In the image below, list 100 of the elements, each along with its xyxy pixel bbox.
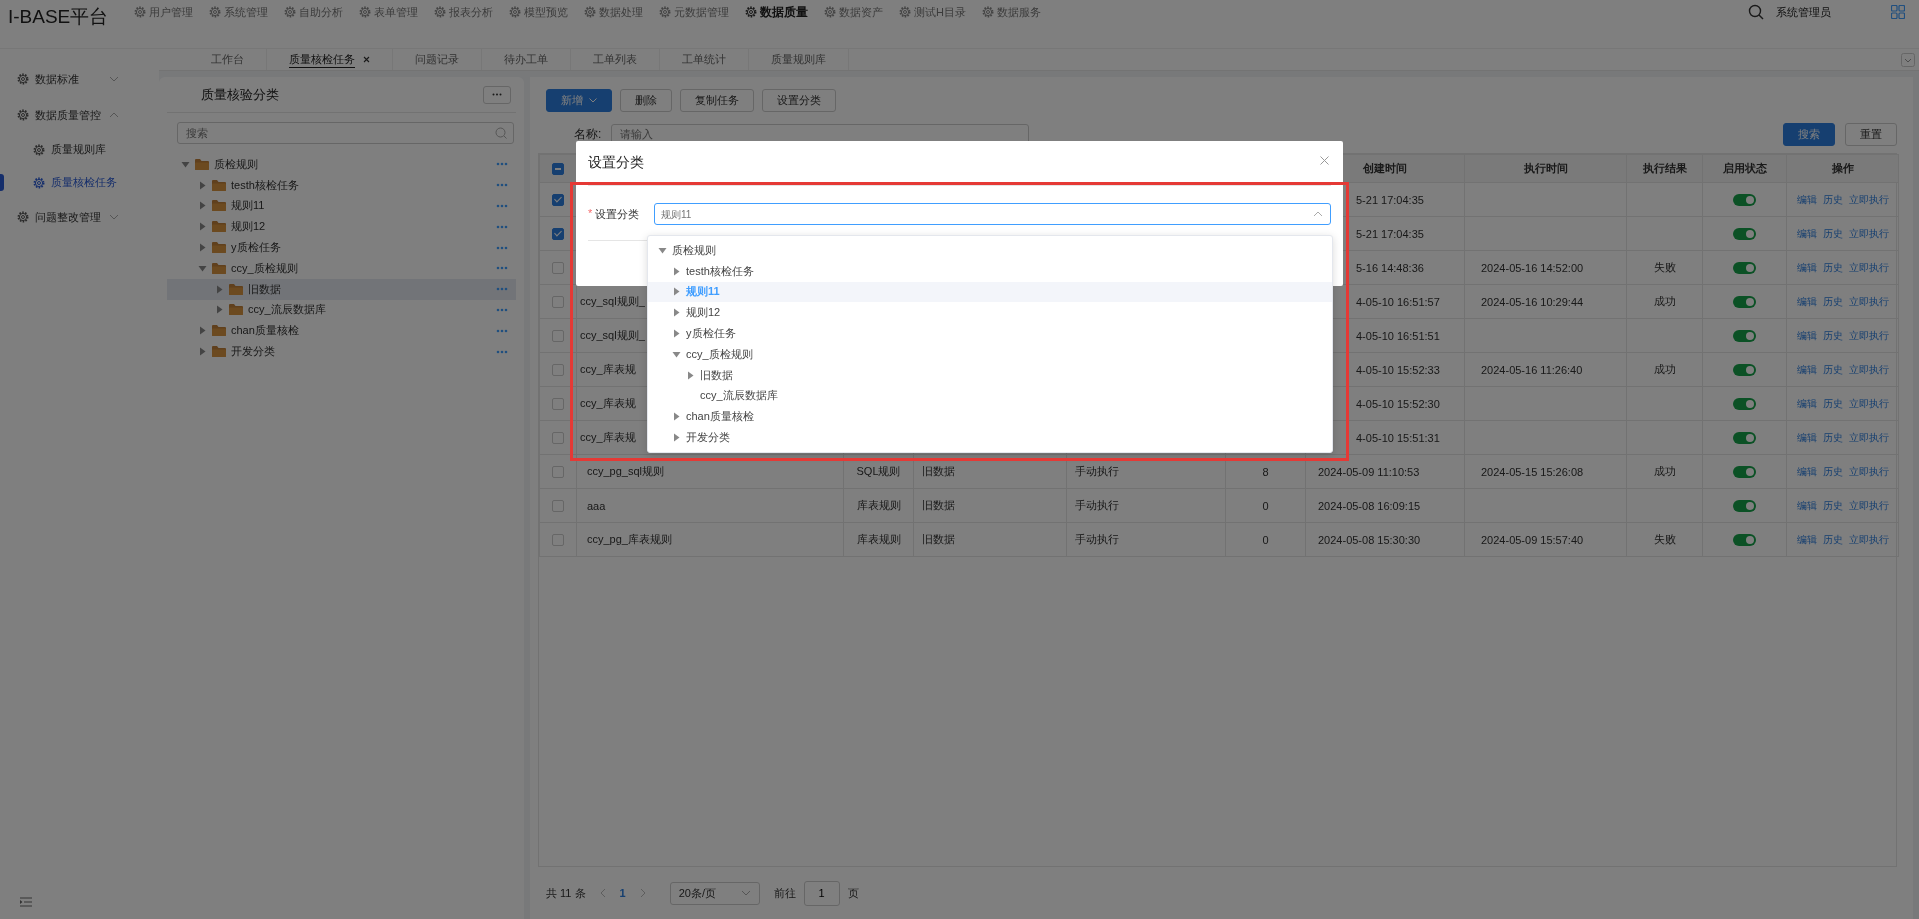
menu-item[interactable]: 表单管理 [359,3,418,21]
tab[interactable]: 工单列表 [571,49,660,70]
tree-item[interactable]: 规则11 [167,195,516,217]
action-link[interactable]: 编辑 [1796,431,1817,443]
toggle-switch[interactable] [1733,534,1756,547]
more-button[interactable] [483,85,511,104]
action-link[interactable]: 历史 [1822,329,1843,341]
tree-item[interactable]: 规则12 [167,216,516,238]
menu-item[interactable]: 报表分析 [434,3,493,21]
action-link[interactable]: 编辑 [1796,261,1817,273]
page-input[interactable]: 1 [803,880,840,906]
sidebar-item[interactable]: 质量核检任务 [0,166,159,199]
toggle-switch[interactable] [1733,364,1756,377]
tree-item[interactable]: y质检任务 [648,323,1332,344]
action-link[interactable]: 历史 [1822,499,1843,511]
toolbar-button[interactable]: 新增 [546,89,612,112]
toolbar-button[interactable]: 设置分类 [762,89,836,112]
action-link[interactable]: 编辑 [1796,465,1817,477]
menu-item[interactable]: 用户管理 [134,3,193,21]
tab[interactable]: 问题记录 [393,49,482,70]
action-link[interactable]: 历史 [1822,227,1843,239]
menu-item[interactable]: 数据质量 [745,3,808,21]
menu-item[interactable]: 数据服务 [981,3,1041,21]
tree-item[interactable]: 旧数据 [648,364,1332,386]
search-field[interactable]: 搜索 [177,122,514,144]
checkbox[interactable] [552,534,564,547]
tab[interactable]: 工作台 [189,49,267,70]
page-number[interactable]: 1 [619,887,626,899]
tab[interactable]: 工单统计 [660,49,749,70]
toggle-switch[interactable] [1733,466,1756,479]
reset-button[interactable]: 重置 [1845,122,1897,146]
action-link[interactable]: 立即执行 [1848,397,1889,409]
action-link[interactable]: 编辑 [1796,227,1817,239]
action-link[interactable]: 编辑 [1796,499,1817,511]
action-link[interactable]: 立即执行 [1848,431,1889,443]
action-link[interactable]: 立即执行 [1848,329,1889,341]
toggle-switch[interactable] [1733,262,1756,275]
tree-item[interactable]: ccy_流辰数据库 [648,385,1332,407]
action-link[interactable]: 立即执行 [1848,227,1889,239]
user-name[interactable]: 系统管理员 [1776,4,1831,20]
action-link[interactable]: 编辑 [1796,397,1817,409]
sidebar-item[interactable]: 问题整改管理 [0,199,159,235]
action-link[interactable]: 历史 [1822,261,1843,273]
checkbox[interactable] [552,296,564,309]
menu-item[interactable]: 元数据管理 [659,3,729,21]
tree-item[interactable]: 旧数据 [167,278,516,300]
checkbox[interactable] [552,330,564,343]
tree-item[interactable]: ccy_质检规则 [167,258,516,279]
name-input[interactable]: 请输入 [611,124,1030,144]
tree-item[interactable]: 质检规则 [648,240,1332,261]
sidebar-item[interactable]: 数据标准 [0,61,159,97]
page-size-select[interactable]: 20条/页 [669,881,760,905]
tab[interactable]: 待办工单 [482,49,571,70]
menu-item[interactable]: 模型预览 [509,3,568,21]
action-link[interactable]: 立即执行 [1848,533,1889,545]
action-link[interactable]: 编辑 [1796,193,1817,205]
checkbox[interactable] [552,500,564,513]
category-select[interactable]: 规则11 [654,203,1331,225]
checkbox[interactable] [552,466,564,479]
checkbox[interactable] [552,398,564,411]
tree-item[interactable]: ccy_流辰数据库 [167,299,516,321]
toggle-switch[interactable] [1733,432,1756,445]
tree-item[interactable]: 规则12 [648,302,1332,324]
action-link[interactable]: 历史 [1822,363,1843,375]
toggle-switch[interactable] [1733,296,1756,309]
action-link[interactable]: 立即执行 [1848,261,1889,273]
checkbox[interactable] [552,194,564,207]
toggle-switch[interactable] [1733,330,1756,343]
tree-item[interactable]: chan质量核检 [167,320,516,342]
menu-item[interactable]: 自助分析 [284,3,343,21]
checkbox[interactable] [552,163,564,176]
menu-item[interactable]: 系统管理 [209,3,268,21]
action-link[interactable]: 历史 [1822,431,1843,443]
tree-item[interactable]: y质检任务 [167,237,516,258]
tab[interactable]: 质量规则库 [749,49,849,70]
checkbox[interactable] [552,262,564,275]
menu-item[interactable]: 数据处理 [584,3,643,21]
toggle-switch[interactable] [1733,228,1756,241]
toggle-switch[interactable] [1733,398,1756,411]
checkbox[interactable] [552,228,564,241]
action-link[interactable]: 立即执行 [1848,295,1889,307]
action-link[interactable]: 历史 [1822,533,1843,545]
toolbar-button[interactable]: 复制任务 [680,89,754,112]
search-button[interactable]: 搜索 [1783,122,1835,146]
action-link[interactable]: 历史 [1822,397,1843,409]
action-link[interactable]: 历史 [1822,193,1843,205]
tree-item[interactable]: 规则11 [648,281,1332,303]
action-link[interactable]: 立即执行 [1848,499,1889,511]
menu-item[interactable]: 数据资产 [824,3,883,21]
action-link[interactable]: 编辑 [1796,295,1817,307]
checkbox[interactable] [552,432,564,445]
checkbox[interactable] [552,364,564,377]
tree-item[interactable]: chan质量核检 [648,406,1332,428]
tree-item[interactable]: ccy_质检规则 [648,344,1332,365]
sidebar-item[interactable]: 数据质量管控 [0,97,159,133]
action-link[interactable]: 立即执行 [1848,363,1889,375]
toolbar-button[interactable]: 删除 [620,89,672,112]
sidebar-item[interactable]: 质量规则库 [0,133,159,166]
tree-item[interactable]: 质检规则 [167,154,516,175]
tree-item[interactable]: testh核检任务 [648,260,1332,282]
